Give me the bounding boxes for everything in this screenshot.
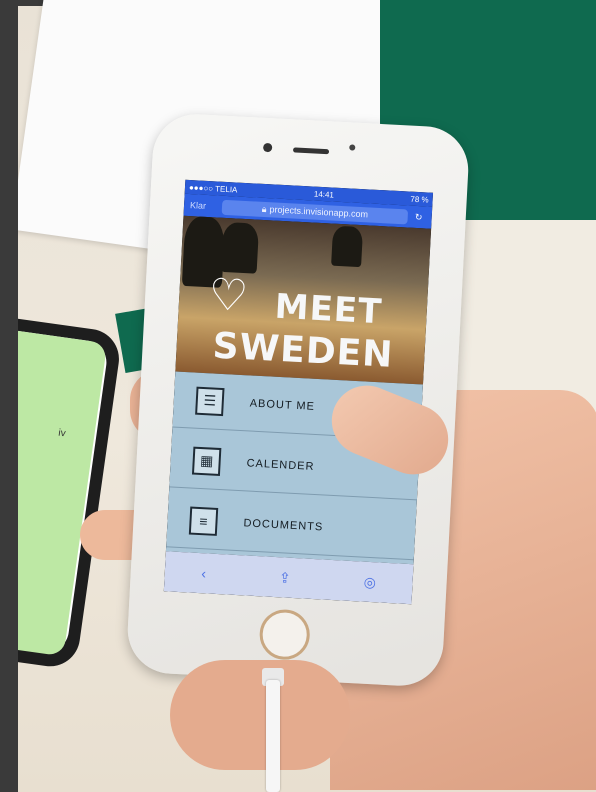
menu-item-label: ABOUT ME [249,396,316,413]
carrier-label: ●●●○○ TELIA [188,182,238,195]
share-icon[interactable]: ⇪ [279,569,292,587]
back-icon[interactable]: ‹ [201,565,207,581]
battery-label: 78 % [410,194,429,205]
charging-cable [266,680,280,792]
menu-item-documents[interactable]: ≡ DOCUMENTS [166,491,417,561]
url-text: projects.invisionapp.com [269,204,369,220]
paper-phone-sketch: iv [0,309,123,671]
lock-icon: 🔒︎ [261,203,267,214]
smartphone: ●●●○○ TELIA 14:41 78 % Klar 🔒︎ projects.… [125,112,471,688]
done-button[interactable]: Klar [190,200,218,211]
frame-border-left [0,0,18,792]
home-button[interactable] [258,608,311,661]
tree-silhouette [331,225,364,268]
sensor-icon [349,144,356,151]
hand-fingers [170,660,350,770]
front-camera-icon [262,142,273,153]
photo-scene: iv ●●●○○ TELIA 14:41 78 % Klar 🔒︎ projec… [0,0,596,792]
document-icon: ≡ [188,506,219,536]
tree-silhouette [220,221,260,274]
earpiece-speaker [292,147,330,155]
app-title-line1: MEET [273,286,384,333]
app-title-line2: SWEDEN [211,325,395,376]
profile-icon: ☰ [195,386,225,416]
reload-icon[interactable]: ↻ [411,211,426,223]
hero-banner: ♡ MEET SWEDEN [175,215,432,385]
menu-item-label: DOCUMENTS [243,516,324,533]
sketch-text: iv [57,427,67,440]
menu-item-label: CALENDER [246,456,315,473]
compass-icon[interactable]: ◎ [363,573,376,591]
clock-label: 14:41 [313,189,335,200]
phone-screen: ●●●○○ TELIA 14:41 78 % Klar 🔒︎ projects.… [163,179,434,605]
heart-hands-logo-icon: ♡ [207,270,250,322]
calendar-icon: ▦ [191,446,222,476]
